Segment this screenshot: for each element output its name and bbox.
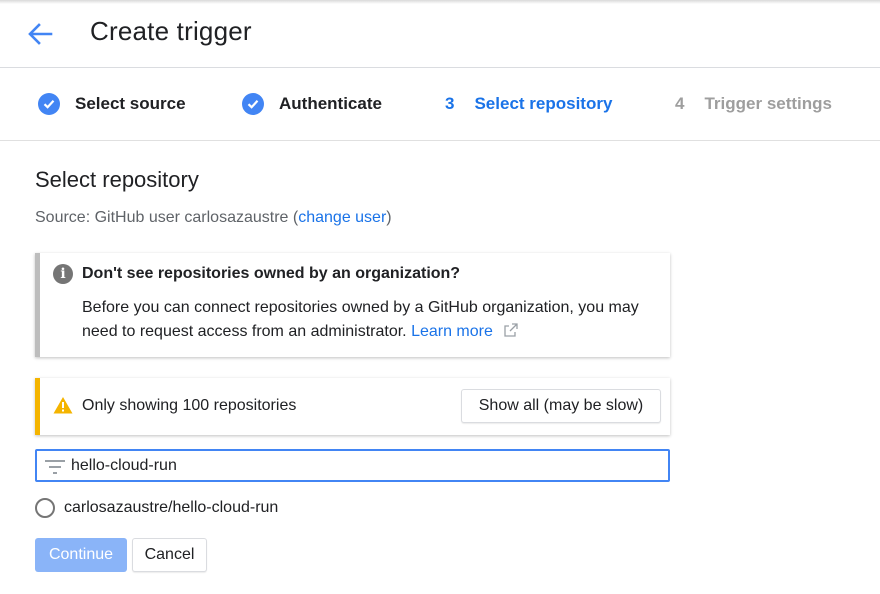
step-number: 3 [445,94,455,113]
step-select-repository[interactable]: 3 Select repository [445,93,612,115]
filter-input[interactable] [71,454,661,478]
check-circle-icon [242,93,264,115]
source-prefix: Source: GitHub user carlosazaustre ( [35,209,299,226]
repo-limit-warning-card: Only showing 100 repositories Show all (… [35,378,670,435]
arrow-back-icon [28,23,53,45]
step-trigger-settings: 4 Trigger settings [675,93,832,115]
back-button[interactable] [22,18,58,50]
info-body: Before you can connect repositories owne… [82,296,662,346]
repository-radio[interactable] [35,498,55,518]
step-label: Authenticate [279,94,382,113]
info-body-text: Before you can connect repositories owne… [82,299,639,340]
page-title: Create trigger [90,16,252,46]
external-link-icon[interactable] [503,322,519,346]
repository-filter[interactable] [35,449,670,482]
change-user-link[interactable]: change user [298,209,386,226]
step-select-source[interactable]: Select source [38,93,186,115]
info-icon: i [53,264,73,284]
show-all-button[interactable]: Show all (may be slow) [461,389,661,423]
continue-button[interactable]: Continue [35,538,127,572]
step-label: Select source [75,94,186,113]
step-authenticate[interactable]: Authenticate [242,93,382,115]
section-title: Select repository [35,167,199,192]
step-label: Select repository [474,94,613,113]
org-info-card: i Don't see repositories owned by an org… [35,253,670,357]
check-circle-icon [38,93,60,115]
step-label: Trigger settings [704,94,832,113]
stepper: Select source Authenticate 3 Select repo… [0,68,880,141]
warning-icon [53,396,73,419]
filter-icon [45,460,65,479]
warning-text: Only showing 100 repositories [82,397,297,414]
learn-more-link[interactable]: Learn more [411,323,493,340]
cancel-button[interactable]: Cancel [132,538,207,572]
info-heading: Don't see repositories owned by an organ… [82,265,461,282]
page-header: Create trigger [0,0,880,68]
step-number: 4 [675,94,685,113]
repository-name: carlosazaustre/hello-cloud-run [64,499,279,516]
repository-option[interactable]: carlosazaustre/hello-cloud-run [35,497,278,519]
source-line: Source: GitHub user carlosazaustre (chan… [35,209,392,227]
source-suffix: ) [386,209,392,226]
